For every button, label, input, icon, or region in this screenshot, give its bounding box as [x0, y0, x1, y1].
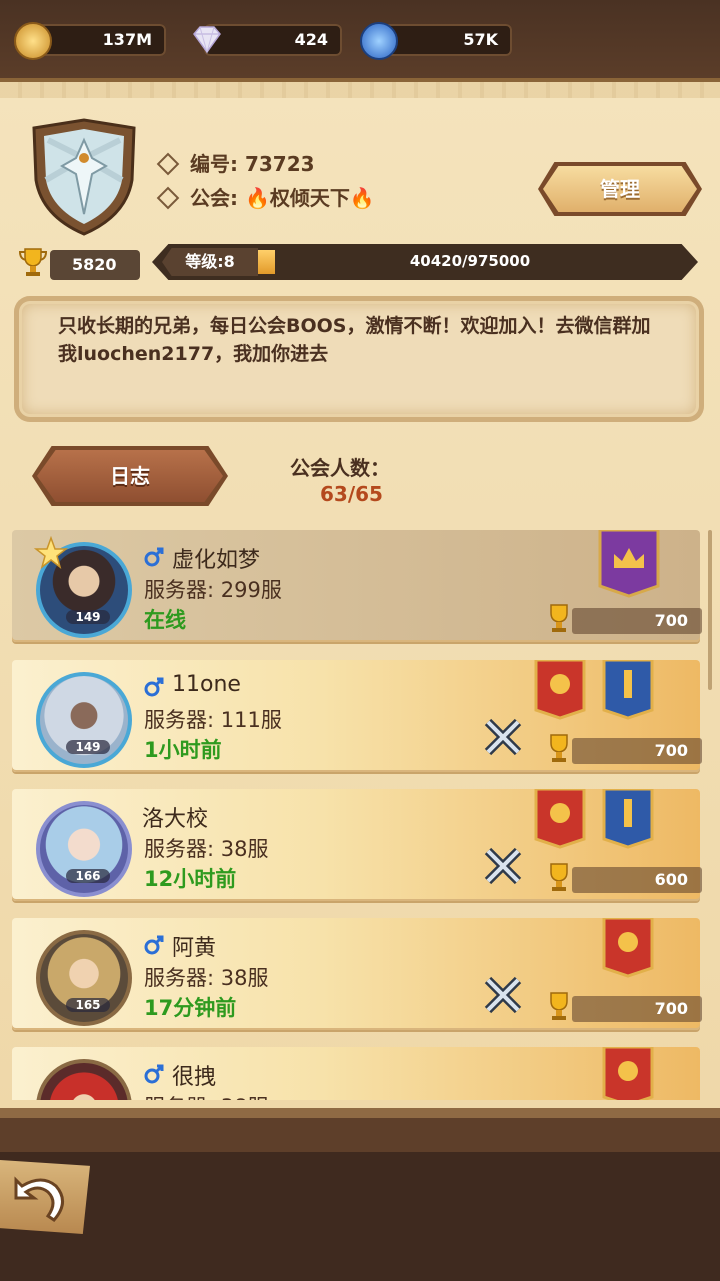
crossed-swords-icon — [484, 976, 522, 1014]
log-button[interactable]: 日志 — [37, 450, 223, 502]
gold-counter[interactable]: 137M — [14, 22, 166, 60]
guild-id: 编号: 73723 — [156, 148, 315, 177]
gold-coin-icon — [14, 22, 52, 60]
guild-notice-text: 只收长期的兄弟，每日公会BOOS，激情不断！欢迎加入！去微信群加我luochen… — [58, 315, 651, 365]
member-status: 1小时前 — [144, 738, 222, 762]
member-name: 虚化如梦 — [172, 548, 261, 573]
blue-banner-icon — [602, 660, 654, 720]
back-arrow-icon — [14, 1176, 64, 1222]
gem-value: 57K — [463, 30, 498, 49]
member-row[interactable]: 很拽 服务器: 38服 — [12, 1047, 700, 1100]
trophy-icon — [550, 863, 568, 891]
member-name: 很拽 — [172, 1065, 217, 1090]
member-count-value: 63/65 — [320, 482, 383, 506]
member-score: 600 — [654, 870, 688, 889]
member-server: 服务器: 111服 — [144, 708, 282, 732]
diamond-value: 424 — [294, 30, 328, 49]
bottom-frame — [0, 1108, 720, 1281]
member-row[interactable]: 149 虚化如梦 服务器: 299服 在线 700 — [12, 530, 702, 642]
guild-emblem-icon — [32, 118, 136, 236]
diamond-icon — [193, 26, 221, 54]
member-server: 服务器: 38服 — [144, 1091, 268, 1100]
trophy-icon — [550, 734, 568, 762]
member-score: 700 — [654, 741, 688, 760]
member-level: 149 — [66, 740, 110, 754]
blue-gem-icon — [360, 22, 398, 60]
gold-value: 137M — [102, 30, 152, 49]
guild-trophy-pill: 5820 — [50, 250, 140, 280]
red-banner-icon — [602, 1047, 654, 1100]
member-server: 服务器: 38服 — [144, 966, 269, 990]
blue-banner-icon — [602, 789, 654, 849]
red-banner-icon — [602, 918, 654, 978]
guild-xp: 40420/975000 — [409, 252, 531, 270]
red-banner-icon — [534, 660, 586, 720]
gem-counter[interactable]: 57K — [360, 22, 512, 60]
trophy-icon — [18, 248, 48, 276]
guild-level: 等级:8 — [162, 248, 258, 276]
crossed-swords-icon — [484, 718, 522, 756]
male-icon — [144, 935, 164, 955]
male-icon — [144, 547, 164, 567]
trophy-icon — [550, 992, 568, 1020]
trophy-icon — [550, 604, 568, 632]
member-row[interactable]: 165 阿黄 服务器: 38服 17分钟前 700 — [12, 918, 702, 1030]
crossed-swords-icon — [484, 847, 522, 885]
guild-name: 公会: 🔥权倾天下🔥 — [156, 182, 375, 211]
member-status: 17分钟前 — [144, 996, 237, 1020]
member-score: 700 — [654, 999, 688, 1018]
member-server: 服务器: 299服 — [144, 578, 282, 602]
member-name: 洛大校 — [142, 807, 209, 832]
red-banner-icon — [534, 789, 586, 849]
member-name: 11one — [172, 672, 241, 697]
diamond-counter[interactable]: 424 — [193, 24, 342, 56]
member-list[interactable]: 149 虚化如梦 服务器: 299服 在线 700 149 11one 服务器:… — [0, 528, 720, 1100]
member-server: 服务器: 38服 — [144, 837, 269, 861]
bullet-diamond-icon — [156, 186, 180, 209]
member-level: 165 — [66, 998, 110, 1012]
guild-trophy-value: 5820 — [72, 255, 117, 274]
member-row[interactable]: 166 洛大校 服务器: 38服 12小时前 600 — [12, 789, 702, 901]
star-icon — [34, 536, 68, 569]
bullet-diamond-icon — [156, 152, 180, 175]
manage-button[interactable]: 管理 — [543, 166, 697, 212]
avatar — [36, 1059, 132, 1100]
member-level: 149 — [66, 610, 110, 624]
back-button[interactable] — [0, 1160, 90, 1234]
list-scrollbar[interactable] — [708, 530, 712, 690]
panel-top-border — [0, 82, 720, 98]
member-level: 166 — [66, 869, 110, 883]
member-count-label: 公会人数： — [290, 456, 390, 480]
member-score: 700 — [654, 611, 688, 630]
male-icon — [144, 677, 164, 697]
member-name: 阿黄 — [172, 936, 217, 961]
resource-bar: 137M 424 57K — [0, 0, 720, 82]
member-status: 在线 — [144, 608, 186, 632]
guild-leader-banner-icon — [598, 530, 660, 598]
member-row[interactable]: 149 11one 服务器: 111服 1小时前 700 — [12, 660, 702, 772]
member-status: 12小时前 — [144, 867, 237, 891]
male-icon — [144, 1064, 164, 1084]
